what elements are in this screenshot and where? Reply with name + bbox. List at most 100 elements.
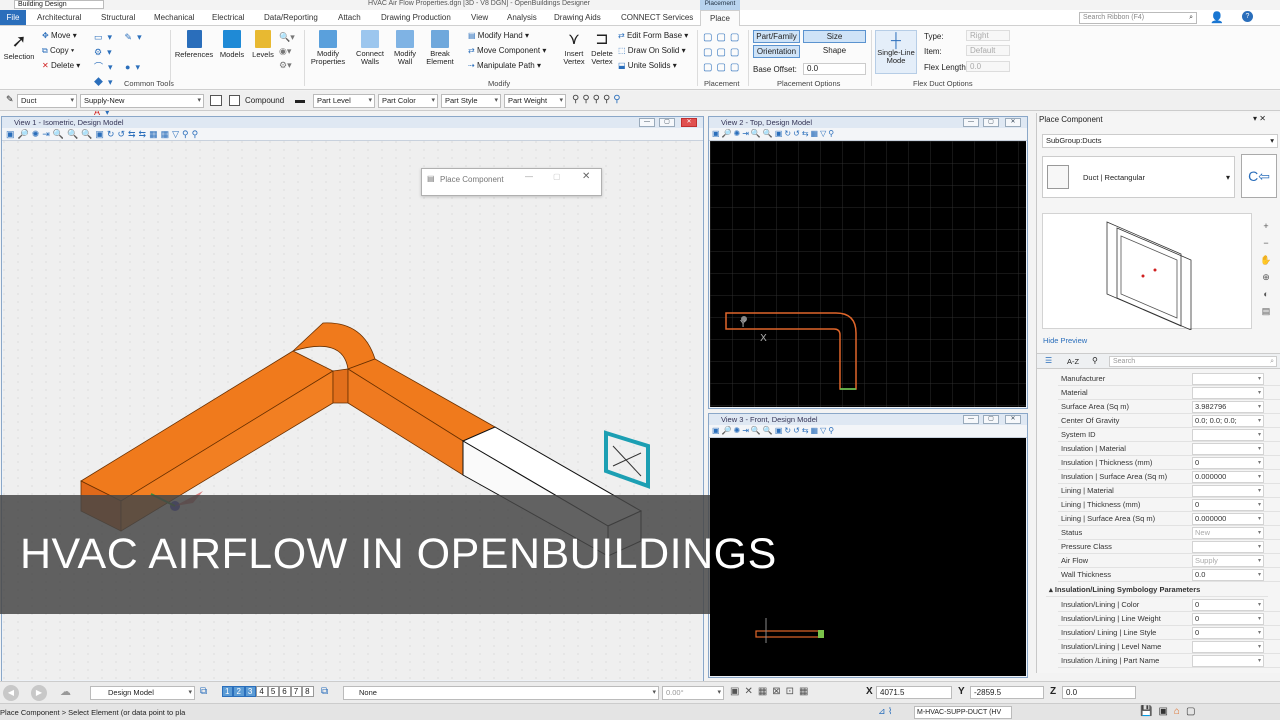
minimize-button[interactable]: — bbox=[639, 118, 655, 127]
model-dropdown[interactable]: Design Model bbox=[90, 686, 195, 700]
size-button[interactable]: Size bbox=[803, 30, 866, 43]
property-row[interactable]: Lining | Surface Area (Sq m) 0.000000 bbox=[1058, 512, 1280, 526]
close-button[interactable]: ✕ bbox=[681, 118, 697, 127]
cloud-icon[interactable]: ☁ bbox=[60, 685, 71, 698]
unite-solids-button[interactable]: ⬓ Unite Solids ▾ bbox=[618, 61, 677, 70]
modify-properties-button[interactable]: Modify Properties bbox=[308, 30, 348, 66]
tab-place[interactable]: Place bbox=[700, 10, 740, 26]
tab-file[interactable]: File bbox=[0, 10, 26, 25]
view-1-toolbar[interactable]: ▣🔎✺⇥🔍🔍🔍▣↻↺⇆⇆▦▦▽⚲⚲ bbox=[2, 128, 703, 141]
property-row[interactable]: Manufacturer bbox=[1058, 372, 1280, 386]
dialog-maximize-button[interactable]: ▢ bbox=[553, 172, 561, 181]
help-icon[interactable]: ? bbox=[1242, 11, 1253, 22]
property-row[interactable]: Air Flow Supply bbox=[1058, 554, 1280, 568]
property-row[interactable]: Lining | Material bbox=[1058, 484, 1280, 498]
search-ribbon-input[interactable]: Search Ribbon (F4) ⌕ bbox=[1079, 12, 1197, 24]
status-tool-icons[interactable]: 💾▣⌂▢ bbox=[1140, 706, 1201, 717]
property-row[interactable]: Wall Thickness 0.0 bbox=[1058, 568, 1280, 582]
property-row[interactable]: Status New bbox=[1058, 526, 1280, 540]
modify-wall-button[interactable]: Modify Wall bbox=[390, 30, 420, 66]
type-dropdown[interactable]: Duct bbox=[17, 94, 77, 108]
property-row[interactable]: Insulation | Surface Area (Sq m) 0.000000 bbox=[1058, 470, 1280, 484]
property-row[interactable]: System ID bbox=[1058, 428, 1280, 442]
view-1-button[interactable]: 1 bbox=[222, 686, 234, 697]
categorized-icon[interactable]: ☰ bbox=[1045, 356, 1052, 365]
sort-az-button[interactable]: A-Z bbox=[1067, 357, 1079, 366]
draw-on-solid-button[interactable]: ⬚ Draw On Solid ▾ bbox=[618, 46, 686, 55]
copy-button[interactable]: ⧉ Copy ▾ bbox=[42, 46, 74, 56]
property-row[interactable]: Insulation/Lining | Line Weight 0 bbox=[1058, 612, 1280, 626]
property-row[interactable]: Insulation/Lining | Level Name bbox=[1058, 640, 1280, 654]
view-4-button[interactable]: 4 bbox=[256, 686, 268, 697]
top-viewport[interactable]: Y X bbox=[710, 141, 1026, 407]
active-level-field[interactable]: M-HVAC-SUPP-DUCT (HV bbox=[914, 706, 1012, 719]
angle-dropdown[interactable]: 0.00° bbox=[662, 686, 724, 700]
item-combo[interactable]: Default bbox=[966, 45, 1010, 56]
tab-drawing-aids[interactable]: Drawing Aids bbox=[554, 13, 601, 22]
part-color-dropdown[interactable]: Part Color bbox=[378, 94, 438, 108]
tab-electrical[interactable]: Electrical bbox=[212, 13, 244, 22]
user-icon[interactable]: 👤 bbox=[1210, 11, 1224, 24]
levels-button[interactable]: Levels bbox=[250, 30, 276, 59]
view-buttons[interactable]: 12345678 bbox=[222, 686, 314, 697]
manipulate-path-button[interactable]: ⇢ Manipulate Path ▾ bbox=[468, 61, 541, 70]
references-button[interactable]: References bbox=[174, 30, 214, 59]
maximize-button[interactable]: ▢ bbox=[659, 118, 675, 127]
view-5-button[interactable]: 5 bbox=[267, 686, 280, 697]
filter-icon[interactable]: ⚲ bbox=[1092, 356, 1098, 365]
maximize-button[interactable]: ▢ bbox=[983, 415, 999, 424]
back-button[interactable]: ◀ bbox=[3, 685, 19, 701]
saved-views-icon[interactable]: ⧉ bbox=[321, 686, 328, 697]
property-row[interactable]: Insulation | Thickness (mm) 0 bbox=[1058, 456, 1280, 470]
property-search-input[interactable]: Search ⌕ bbox=[1109, 356, 1277, 367]
level-dropdown[interactable]: None bbox=[343, 686, 659, 700]
workflow-combo[interactable]: Building Design bbox=[14, 0, 104, 9]
system-dropdown[interactable]: Supply-New bbox=[80, 94, 204, 108]
forward-button[interactable]: ▶ bbox=[31, 685, 47, 701]
connect-walls-button[interactable]: Connect Walls bbox=[352, 30, 388, 66]
tab-view[interactable]: View bbox=[471, 13, 488, 22]
property-row[interactable]: Surface Area (Sq m) 3.982796 bbox=[1058, 400, 1280, 414]
selection-button[interactable]: ➚ Selection bbox=[2, 30, 36, 70]
tab-connect-services[interactable]: CONNECT Services bbox=[621, 13, 693, 22]
close-button[interactable]: ✕ bbox=[1005, 415, 1021, 424]
edit-form-base-button[interactable]: ⇄ Edit Form Base ▾ bbox=[618, 31, 688, 40]
tab-attach[interactable]: Attach bbox=[338, 13, 361, 22]
move-component-button[interactable]: ⇄ Move Component ▾ bbox=[468, 46, 546, 55]
property-row[interactable]: Insulation | Material bbox=[1058, 442, 1280, 456]
maximize-button[interactable]: ▢ bbox=[983, 118, 999, 127]
view-8-button[interactable]: 8 bbox=[302, 686, 314, 697]
line-weight-icon[interactable]: ▬ bbox=[295, 95, 305, 106]
layout-icon[interactable] bbox=[210, 95, 222, 106]
z-coordinate-input[interactable]: 0.0 bbox=[1062, 686, 1136, 699]
view-2-window[interactable]: View 2 - Top, Design Model — ▢ ✕ ▣🔎✺⇥🔍🔍▣… bbox=[708, 116, 1028, 409]
view-3-button[interactable]: 3 bbox=[244, 686, 257, 697]
y-coordinate-input[interactable]: -2859.5 bbox=[970, 686, 1044, 699]
view-2-button[interactable]: 2 bbox=[233, 686, 245, 697]
delete-button[interactable]: ✕ Delete ▾ bbox=[42, 61, 80, 70]
insert-vertex-button[interactable]: ⋎ Insert Vertex bbox=[560, 30, 588, 66]
property-section-header[interactable]: ▴ Insulation/Lining Symbology Parameters bbox=[1046, 583, 1268, 597]
single-line-mode-button[interactable]: ┼ Single-Line Mode bbox=[875, 30, 917, 74]
part-style-dropdown[interactable]: Part Style bbox=[441, 94, 501, 108]
placement-grid[interactable]: ▢▢▢ ▢▢▢ ▢▢▢ bbox=[703, 30, 745, 75]
minimize-button[interactable]: — bbox=[963, 118, 979, 127]
view-tools-icons[interactable]: ▣🔎✺⇥🔍🔍▣↻↺⇆▦▽⚲ bbox=[712, 426, 836, 435]
view-3-toolbar[interactable]: ▣🔎✺⇥🔍🔍▣↻↺⇆▦▽⚲ bbox=[709, 425, 1027, 438]
break-element-button[interactable]: Break Element bbox=[422, 30, 458, 66]
property-row[interactable]: Material bbox=[1058, 386, 1280, 400]
placement-tools-icons[interactable]: ⚲⚲⚲⚲⚲ bbox=[572, 94, 624, 105]
tab-data-reporting[interactable]: Data/Reporting bbox=[264, 13, 318, 22]
part-level-dropdown[interactable]: Part Level bbox=[313, 94, 375, 108]
active-level-icon[interactable]: ⊿ ⌇ bbox=[878, 706, 892, 717]
view-2-toolbar[interactable]: ▣🔎✺⇥🔍🔍▣↻↺⇆▦▽⚲ bbox=[709, 128, 1027, 141]
move-button[interactable]: ✥ Move ▾ bbox=[42, 31, 77, 40]
property-row[interactable]: Insulation/ Lining | Line Style 0 bbox=[1058, 626, 1280, 640]
x-coordinate-input[interactable]: 4071.5 bbox=[876, 686, 952, 699]
orientation-button[interactable]: Orientation bbox=[753, 45, 800, 58]
close-button[interactable]: ✕ bbox=[1005, 118, 1021, 127]
hide-preview-link[interactable]: Hide Preview bbox=[1043, 336, 1087, 345]
flex-length-input[interactable]: 0.0 bbox=[966, 61, 1010, 72]
part-family-button[interactable]: Part/Family bbox=[753, 30, 800, 43]
property-row[interactable]: Pressure Class bbox=[1058, 540, 1280, 554]
